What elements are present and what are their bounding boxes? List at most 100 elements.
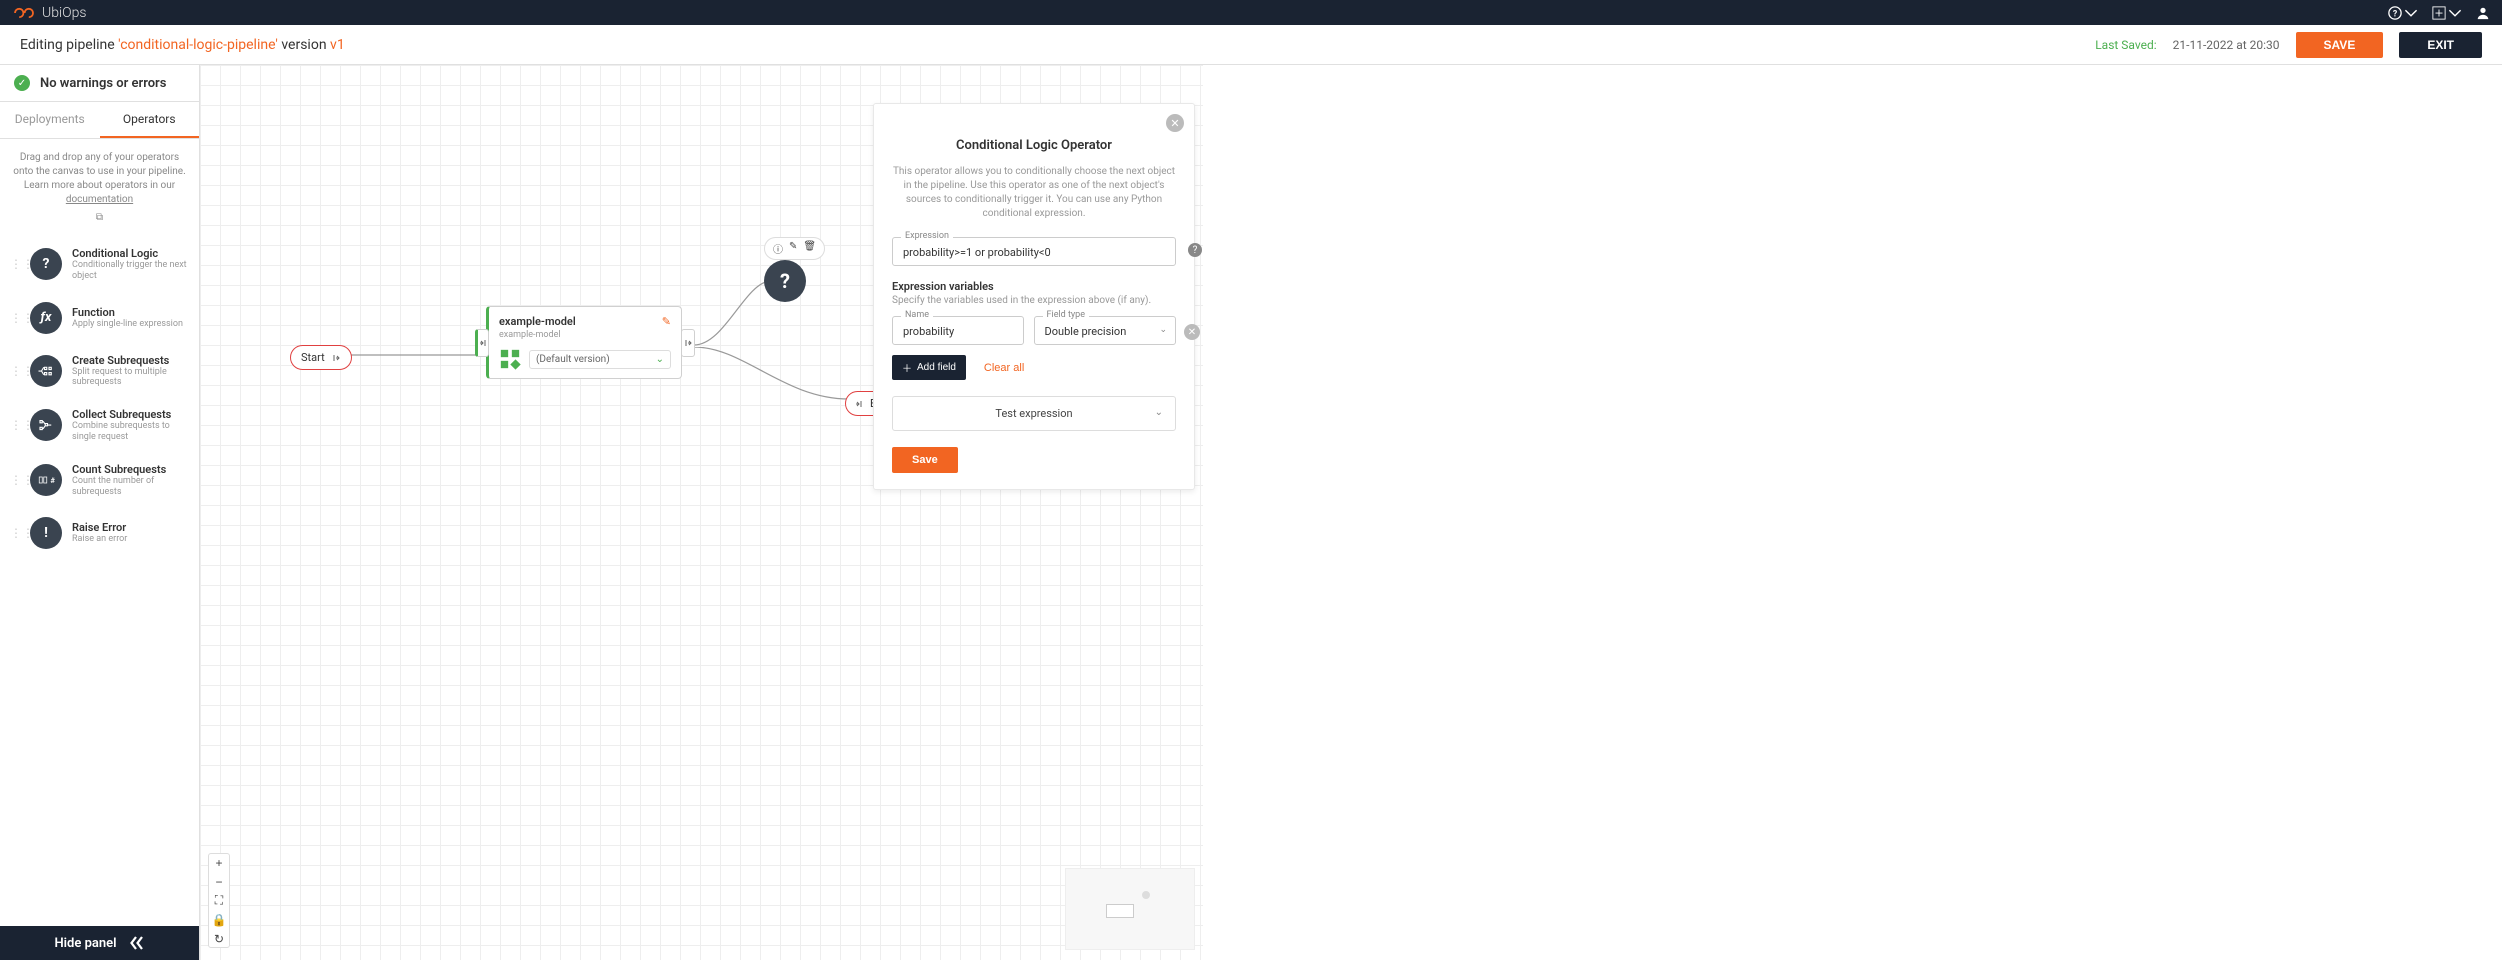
brand-name: UbiOps	[42, 5, 86, 21]
operator-text: Create Subrequests Split request to mult…	[72, 354, 189, 389]
conditional-node[interactable]: ?	[764, 260, 806, 302]
split-icon	[30, 355, 62, 387]
version-select[interactable]: (Default version) ⌄	[529, 350, 671, 369]
exclaim-icon: !	[30, 517, 62, 549]
expression-label: Expression	[901, 231, 953, 241]
tab-deployments[interactable]: Deployments	[0, 102, 100, 138]
fit-view-button[interactable]: ⛶	[209, 892, 229, 909]
documentation-link[interactable]: documentation	[66, 194, 133, 205]
plus-icon: ＋	[902, 360, 912, 375]
help-menu[interactable]: ?	[2388, 6, 2418, 20]
status-row: ✓ No warnings or errors	[0, 65, 199, 102]
model-subtitle: example-model	[499, 330, 671, 340]
operator-title: Collect Subrequests	[72, 408, 189, 421]
edge-model-to-cond	[694, 265, 774, 365]
svg-text:#: #	[51, 476, 56, 485]
sidebar: ✓ No warnings or errors Deployments Oper…	[0, 65, 200, 960]
drag-handle-icon[interactable]: ⋮⋮	[10, 364, 20, 378]
clear-all-button[interactable]: Clear all	[984, 362, 1024, 374]
operator-count-subrequests[interactable]: ⋮⋮ # Count Subrequests Count the number …	[8, 457, 191, 504]
chevrons-left-icon	[127, 934, 145, 952]
status-text: No warnings or errors	[40, 76, 166, 91]
output-port-icon	[331, 353, 341, 363]
fx-icon: ƒx	[30, 302, 62, 334]
close-icon[interactable]: ✕	[1166, 114, 1184, 132]
operator-conditional-logic[interactable]: ⋮⋮ ? Conditional Logic Conditionally tri…	[8, 241, 191, 288]
main: ✓ No warnings or errors Deployments Oper…	[0, 65, 2502, 960]
operator-collect-subrequests[interactable]: ⋮⋮ Collect Subrequests Combine subreques…	[8, 402, 191, 449]
hide-panel-button[interactable]: Hide panel	[0, 926, 199, 960]
svg-text:?: ?	[2393, 9, 2398, 19]
check-icon: ✓	[14, 75, 30, 91]
expression-field[interactable]: Expression probability>=1 or probability…	[892, 237, 1176, 266]
pipeline-version: v1	[330, 37, 345, 53]
brand-logo[interactable]: UbiOps	[12, 5, 86, 21]
input-port-icon	[478, 338, 488, 348]
zoom-in-button[interactable]: +	[209, 854, 229, 871]
help-icon[interactable]: ?	[1188, 243, 1202, 257]
panel-title: Conditional Logic Operator	[892, 138, 1176, 153]
operator-desc: Raise an error	[72, 534, 189, 545]
count-icon: #	[30, 464, 62, 496]
info-icon[interactable]: ⓘ	[773, 241, 783, 256]
add-field-button[interactable]: ＋ Add field	[892, 355, 966, 380]
chevron-down-icon: ⌄	[1155, 407, 1163, 418]
edge-model-to-end	[694, 347, 854, 417]
operator-function[interactable]: ⋮⋮ ƒx Function Apply single-line express…	[8, 296, 191, 340]
operator-desc: Combine subrequests to single request	[72, 421, 189, 443]
question-icon: ?	[30, 248, 62, 280]
var-name-field[interactable]: Name probability	[892, 316, 1024, 345]
drag-handle-icon[interactable]: ⋮⋮	[10, 311, 20, 325]
var-type-field[interactable]: Field type Double precision ⌄	[1034, 316, 1176, 345]
reset-button[interactable]: ↻	[209, 930, 229, 947]
hide-panel-label: Hide panel	[54, 936, 116, 951]
node-toolbar: ⓘ ✎ 🗑	[764, 237, 825, 260]
exit-button[interactable]: EXIT	[2399, 32, 2482, 58]
start-node[interactable]: Start	[290, 345, 352, 370]
remove-variable-icon[interactable]: ✕	[1184, 324, 1200, 340]
input-port-icon	[854, 399, 864, 409]
canvas[interactable]: Start example-model ✎ example-model (Def…	[200, 65, 1203, 960]
input-port[interactable]	[475, 329, 489, 357]
operator-text: Raise Error Raise an error	[72, 521, 189, 545]
operator-list: ⋮⋮ ? Conditional Logic Conditionally tri…	[0, 237, 199, 567]
drag-handle-icon[interactable]: ⋮⋮	[10, 473, 20, 487]
operator-raise-error[interactable]: ⋮⋮ ! Raise Error Raise an error	[8, 511, 191, 555]
chevron-down-icon	[2404, 6, 2418, 20]
zoom-out-button[interactable]: −	[209, 873, 229, 890]
output-port[interactable]	[681, 329, 695, 357]
logo-icon	[12, 6, 36, 20]
model-node[interactable]: example-model ✎ example-model (Default v…	[486, 306, 682, 379]
panel-save-button[interactable]: Save	[892, 447, 958, 473]
zoom-controls: + − ⛶ 🔒 ↻	[208, 853, 230, 948]
drag-handle-icon[interactable]: ⋮⋮	[10, 257, 20, 271]
minimap-node	[1142, 891, 1150, 899]
operator-title: Conditional Logic	[72, 247, 189, 260]
edit-icon[interactable]: ✎	[662, 315, 671, 328]
output-port-icon	[683, 338, 693, 348]
edge-start-to-model	[338, 345, 478, 365]
save-button[interactable]: SAVE	[2296, 32, 2384, 58]
operator-title: Count Subrequests	[72, 463, 189, 476]
vars-section-title: Expression variables	[892, 280, 1176, 293]
panel-actions: ＋ Add field Clear all	[892, 355, 1176, 380]
header-actions: Last Saved: 21-11-2022 at 20:30 SAVE EXI…	[2095, 32, 2482, 58]
minimap[interactable]	[1065, 868, 1195, 950]
external-link-icon: ⧉	[10, 211, 189, 225]
user-menu[interactable]	[2476, 6, 2490, 20]
deployment-icon	[499, 348, 521, 370]
operator-title: Raise Error	[72, 521, 189, 534]
operator-text: Conditional Logic Conditionally trigger …	[72, 247, 189, 282]
chevron-down-icon	[2448, 6, 2462, 20]
test-expression-button[interactable]: Test expression ⌄	[892, 396, 1176, 431]
drag-handle-icon[interactable]: ⋮⋮	[10, 526, 20, 540]
operator-create-subrequests[interactable]: ⋮⋮ Create Subrequests Split request to m…	[8, 348, 191, 395]
drag-handle-icon[interactable]: ⋮⋮	[10, 418, 20, 432]
operator-text: Function Apply single-line expression	[72, 306, 189, 330]
add-menu[interactable]	[2432, 6, 2462, 20]
tab-operators[interactable]: Operators	[100, 102, 200, 138]
edit-icon[interactable]: ✎	[789, 241, 797, 256]
lock-button[interactable]: 🔒	[209, 911, 229, 928]
vars-section-desc: Specify the variables used in the expres…	[892, 295, 1176, 306]
delete-icon[interactable]: 🗑	[803, 241, 816, 256]
